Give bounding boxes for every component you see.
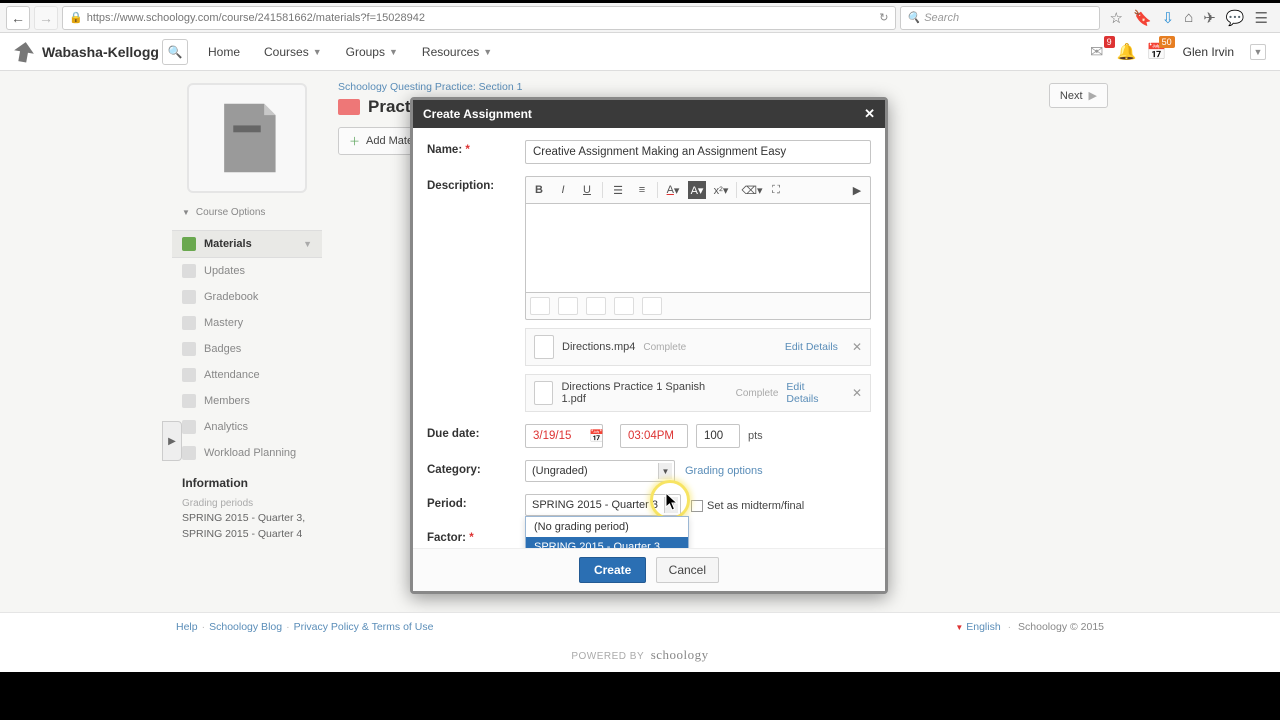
name-input[interactable] [525, 140, 871, 164]
attach-file-icon[interactable] [586, 297, 606, 315]
create-button[interactable]: Create [579, 557, 646, 583]
footer-privacy[interactable]: Privacy Policy & Terms of Use [294, 621, 434, 633]
rte-toolbar: B I U ☰ ≡ A▾ A▾ x²▾ ⌫▾ ⛶ [525, 176, 871, 203]
modal-header: Create Assignment ✕ [413, 100, 885, 128]
description-input[interactable] [525, 203, 871, 293]
attach-image-icon[interactable] [530, 297, 550, 315]
remove-attachment-icon[interactable]: ✕ [852, 340, 862, 354]
attachment-name: Directions.mp4 [562, 341, 635, 353]
attach-resource-icon[interactable] [642, 297, 662, 315]
close-icon[interactable]: ✕ [864, 106, 875, 122]
name-label: Name: * [427, 140, 515, 156]
italic-icon[interactable]: I [554, 181, 572, 199]
attachment-row: Directions.mp4 Complete Edit Details ✕ [525, 328, 871, 366]
description-label: Description: [427, 176, 515, 192]
pts-label: pts [748, 430, 763, 442]
powered-by: POWERED BY schoology [0, 647, 1280, 663]
edit-details-link[interactable]: Edit Details [785, 341, 838, 353]
attach-link-icon[interactable] [558, 297, 578, 315]
due-date-label: Due date: [427, 424, 515, 440]
remove-attachment-icon[interactable]: ✕ [852, 386, 862, 400]
due-date-input[interactable] [525, 424, 603, 448]
period-option-none[interactable]: (No grading period) [526, 517, 688, 537]
period-select[interactable]: SPRING 2015 - Quarter 3▼ [525, 494, 681, 516]
number-list-icon[interactable]: ≡ [633, 181, 651, 199]
grading-options-link[interactable]: Grading options [685, 465, 763, 477]
attachment-status: Complete [643, 342, 686, 353]
period-label: Period: [427, 494, 515, 510]
due-time-input[interactable] [620, 424, 688, 448]
footer-language[interactable]: English [966, 621, 1000, 633]
period-option-q3[interactable]: SPRING 2015 - Quarter 3 [526, 537, 688, 548]
modal-footer: Create Cancel [413, 548, 885, 591]
footer-copyright: Schoology © 2015 [1018, 621, 1104, 633]
category-label: Category: [427, 460, 515, 476]
superscript-icon[interactable]: x²▾ [712, 181, 730, 199]
file-icon [534, 381, 553, 405]
highlight-icon[interactable]: A▾ [688, 181, 706, 199]
expand-toolbar-icon[interactable]: ▶ [848, 181, 866, 199]
attachment-status: Complete [736, 388, 779, 399]
create-assignment-modal: Create Assignment ✕ Name: * Description:… [410, 97, 888, 594]
file-icon [534, 335, 554, 359]
modal-title: Create Assignment [423, 107, 532, 121]
page-footer: Help· Schoology Blog· Privacy Policy & T… [0, 612, 1280, 672]
footer-blog[interactable]: Schoology Blog [209, 621, 282, 633]
attachment-row: Directions Practice 1 Spanish 1.pdf Comp… [525, 374, 871, 412]
category-select[interactable]: (Ungraded)▼ [525, 460, 675, 482]
rte-footer [525, 293, 871, 320]
footer-help[interactable]: Help [176, 621, 198, 633]
factor-label: Factor: * [427, 528, 515, 544]
fullscreen-icon[interactable]: ⛶ [767, 181, 785, 199]
midterm-label: Set as midterm/final [707, 500, 804, 512]
edit-details-link[interactable]: Edit Details [786, 381, 838, 405]
chevron-down-icon: ▼ [658, 463, 672, 479]
period-dropdown: (No grading period) SPRING 2015 - Quarte… [525, 516, 689, 548]
text-color-icon[interactable]: A▾ [664, 181, 682, 199]
attachment-name: Directions Practice 1 Spanish 1.pdf [561, 381, 727, 405]
bullet-list-icon[interactable]: ☰ [609, 181, 627, 199]
attach-audio-icon[interactable] [614, 297, 634, 315]
chevron-down-icon: ▼ [664, 497, 678, 513]
underline-icon[interactable]: U [578, 181, 596, 199]
bold-icon[interactable]: B [530, 181, 548, 199]
cancel-button[interactable]: Cancel [656, 557, 719, 583]
midterm-checkbox[interactable] [691, 500, 703, 512]
clear-format-icon[interactable]: ⌫▾ [743, 181, 761, 199]
points-input[interactable] [696, 424, 740, 448]
